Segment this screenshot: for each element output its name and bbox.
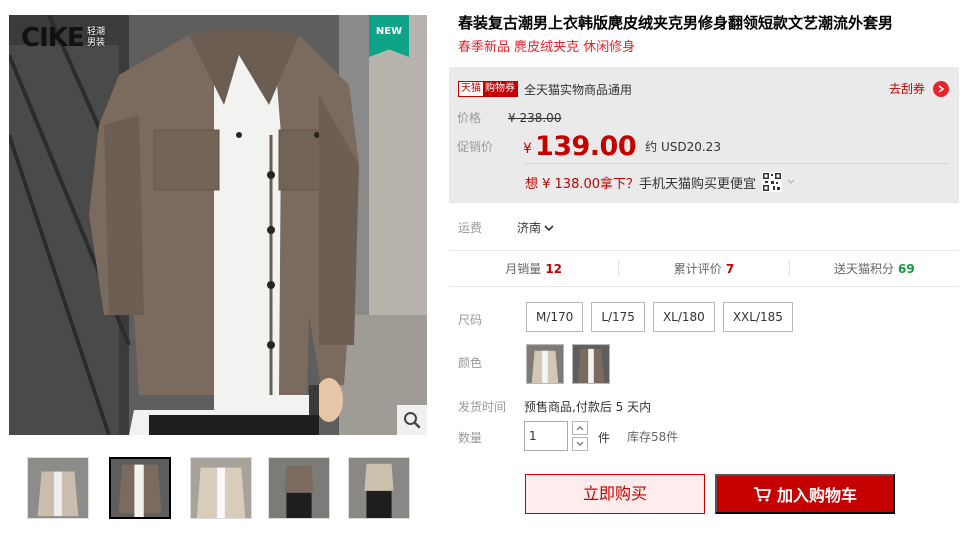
add-to-cart-label: 加入购物车 [776,486,857,505]
thumbnail-2[interactable] [109,457,171,519]
original-price-row: 价格 ¥ 238.00 [457,109,561,126]
total-reviews-count: 7 [725,261,735,276]
thumbnail-1[interactable] [27,457,89,519]
monthly-sales: 月销量 12 [449,260,618,277]
thumbnail-2-image [111,459,169,517]
original-price: ¥ 238.00 [508,110,562,125]
product-subtitle: 春季新品 麂皮绒夹克 休闲修身 [458,40,636,55]
brand-logo-sub: 轻潮 男装 [87,27,105,49]
stats-bottom-border [449,286,959,287]
size-option-xl[interactable]: XL/180 [652,302,715,332]
thumbnail-strip [27,457,417,519]
coupon-row: 天猫 购物券 全天猫实物商品通用 [458,81,632,97]
total-reviews-label: 累计评价 [673,261,722,276]
chevron-up-icon [576,426,584,431]
chevron-down-icon [576,441,584,446]
size-label: 尺码 [458,313,483,327]
quantity-input[interactable] [524,421,568,451]
size-option-xxl[interactable]: XXL/185 [722,302,793,332]
quantity-label: 数量 [458,431,483,445]
quantity-decrease-button[interactable] [572,437,588,451]
size-option-m[interactable]: M/170 [526,302,584,332]
color-swatch-khaki-image [527,345,563,383]
magnifier-icon [404,412,421,429]
shipping-city-select[interactable]: 济南 [517,219,555,236]
shipping-label: 运费 [458,221,483,235]
brand-logo: CIKE [21,23,85,53]
product-photo [9,15,427,435]
monthly-sales-label: 月销量 [505,261,542,276]
main-product-image: CIKE 轻潮 男装 NEW [9,15,427,435]
tmall-points-count: 69 [897,261,915,276]
coupon-text: 全天猫实物商品通用 [524,82,633,97]
delivery-time: 预售商品,付款后 5 天内 [524,400,652,414]
shipping-row: 运费 济南 [458,219,555,236]
thumbnail-5-image [349,458,409,518]
chevron-right-icon [933,80,949,97]
get-coupon-link[interactable]: 去刮券 [889,80,949,97]
thumbnail-4[interactable] [268,457,330,519]
monthly-sales-count: 12 [545,261,563,276]
coupon-tag-tmall: 天猫 [459,82,483,96]
total-reviews[interactable]: 累计评价 7 [619,260,788,277]
stock-count: 库存58件 [627,430,679,444]
thumbnail-4-image [269,458,329,518]
thumbnail-3[interactable] [190,457,252,519]
mobile-promo[interactable]: 想 ¥ 138.00拿下？ 手机天猫购买更便宜 [525,172,796,192]
color-options [526,344,610,384]
brand-logo-sub-line1: 轻潮 [87,27,106,37]
buy-now-button[interactable]: 立即购买 [525,474,705,514]
thumbnail-1-image [28,458,88,518]
shipping-city: 济南 [517,221,542,235]
chevron-down-icon [787,179,795,184]
panel-divider [525,163,949,164]
original-price-label: 价格 [457,111,482,125]
thumbnail-3-image [191,458,251,518]
color-swatch-brown-image [573,345,609,383]
size-options: M/170 L/175 XL/180 XXL/185 [526,302,793,332]
cart-icon [753,487,771,502]
size-option-l[interactable]: L/175 [591,302,645,332]
usd-price: 约 USD20.23 [645,139,721,154]
thumbnail-5[interactable] [348,457,410,519]
tmall-points: 送天猫积分 69 [790,260,959,277]
color-label: 颜色 [458,356,483,370]
zoom-button[interactable] [397,405,427,435]
currency-symbol: ¥ [523,141,532,157]
mobile-promo-price: 想 ¥ 138.00拿下？ [525,176,640,192]
quantity-unit: 件 [598,431,611,445]
stats-bar: 月销量 12 累计评价 7 送天猫积分 69 [449,250,959,286]
delivery-label: 发货时间 [458,400,507,414]
tmall-points-label: 送天猫积分 [833,261,894,276]
delivery-row: 发货时间 预售商品,付款后 5 天内 [458,398,651,415]
mobile-promo-text: 手机天猫购买更便宜 [639,176,757,192]
add-to-cart-button[interactable]: 加入购物车 [715,474,895,514]
brand-logo-sub-line2: 男装 [87,38,106,48]
chevron-down-icon [544,224,554,231]
qr-code-icon [762,172,783,192]
sale-price-label: 促销价 [457,139,494,154]
sale-price: 139.00 [534,130,637,162]
price-panel: 天猫 购物券 全天猫实物商品通用 去刮券 价格 ¥ 238.00 促销价 ¥ 1… [449,67,959,203]
get-coupon-label: 去刮券 [888,82,925,96]
coupon-tag: 天猫 购物券 [458,81,518,97]
coupon-tag-voucher: 购物券 [483,82,517,96]
color-option-brown[interactable] [572,344,610,384]
sale-price-row: 促销价 ¥ 139.00 约 USD20.23 [457,129,721,163]
quantity-increase-button[interactable] [572,421,588,435]
product-title: 春装复古潮男上衣韩版麂皮绒夹克男修身翻领短款文艺潮流外套男 [458,14,894,32]
color-option-khaki[interactable] [526,344,564,384]
